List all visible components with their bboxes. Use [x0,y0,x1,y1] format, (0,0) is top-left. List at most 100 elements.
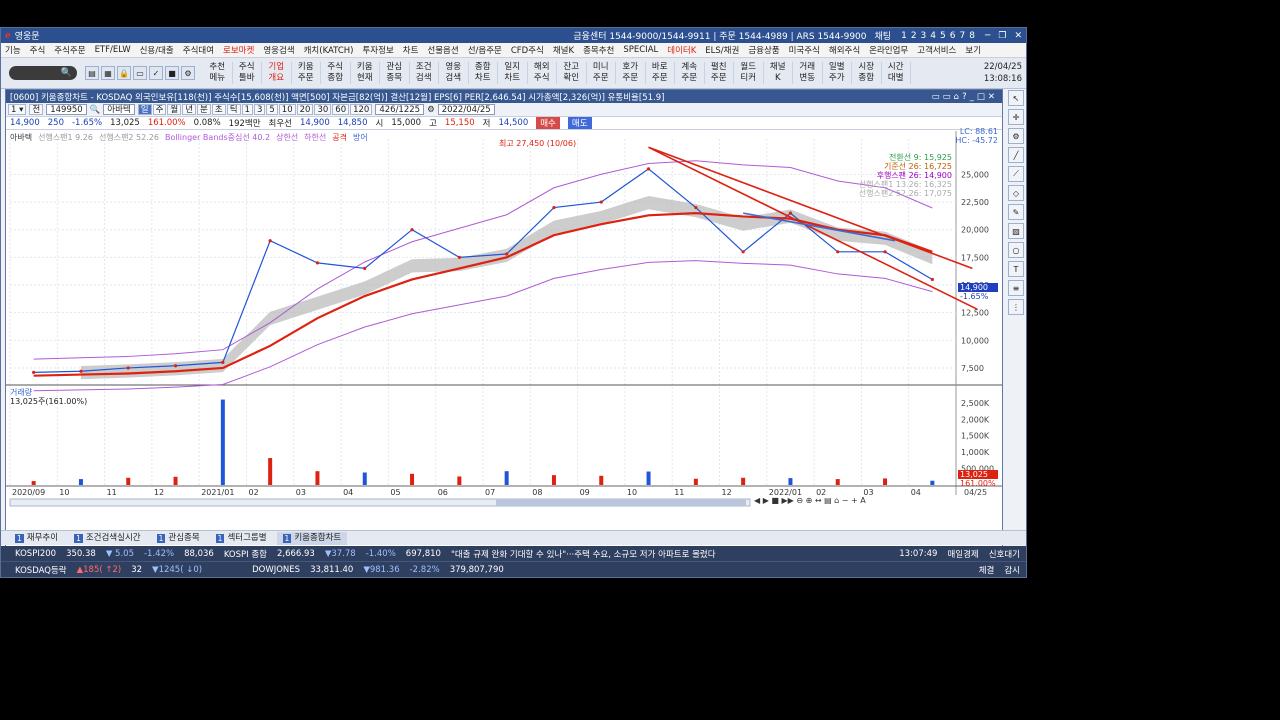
watch-button[interactable]: 감시 [1004,564,1020,576]
toolbar-button[interactable]: 채널 K [764,62,793,84]
toolbar-button[interactable]: 시장 종합 [852,62,882,84]
period-button[interactable]: 1 [241,104,253,115]
period-button[interactable]: 일 [137,104,152,115]
menu-item[interactable]: 고객서비스 [917,44,956,56]
dow-index[interactable]: DOWJONES [252,565,300,575]
toolbar-button[interactable]: 추천 메뉴 [203,62,233,84]
toolbar-button[interactable]: 시간 대별 [882,62,911,84]
screen-num-3[interactable]: 3 [921,31,927,41]
menu-item[interactable]: 주식 [30,44,46,56]
screen-tab[interactable]: 1 키움종합차트 [276,531,348,545]
menu-item[interactable]: CFD주식 [511,44,544,56]
chart-window-controls[interactable]: ▭▭⌂?_□✕ [932,92,998,102]
menu-item[interactable]: 기능 [5,44,21,56]
screen-num-8[interactable]: 8 [969,31,975,41]
toolbar-button[interactable]: 주식 툴바 [233,62,262,84]
toolbar-button[interactable]: 조건 검색 [410,62,439,84]
toolbar-button[interactable]: 펼친 주문 [705,62,734,84]
toolbar-button[interactable]: 해외 주식 [528,62,557,84]
eraser-icon[interactable]: ◇ [1008,185,1024,201]
palette-icon[interactable]: ▨ [1008,223,1024,239]
period-button[interactable]: 년 [182,104,197,115]
buy-button[interactable]: 매수 [536,117,560,129]
settings-icon[interactable]: ⚙ [427,105,435,115]
menu-item[interactable]: SPECIAL [623,45,658,55]
pen-icon[interactable]: ✎ [1008,204,1024,220]
screen-num-4[interactable]: 4 [930,31,936,41]
toolbar-button[interactable]: 일지 차트 [498,62,528,84]
search-icon[interactable]: 🔍 [61,68,72,78]
toolbar-button[interactable]: 계속 주문 [675,62,705,84]
screen-tab[interactable]: 1 조건검색실시간 [68,532,147,545]
screen-select[interactable]: 1 ▾ [8,104,27,115]
circle-tool-icon[interactable]: ○ [1008,242,1024,258]
sell-button[interactable]: 매도 [567,117,592,129]
period-button[interactable]: 월 [167,104,182,115]
line-tool-icon[interactable]: ╱ [1008,147,1024,163]
menu-item[interactable]: 해외주식 [829,44,860,56]
toolbar-button[interactable]: 월드 티커 [734,62,764,84]
screen-num-7[interactable]: 7 [959,31,965,41]
menu-item[interactable]: 영웅검색 [263,44,294,56]
kosdaq-adv-label[interactable]: KOSDAQ등락 [15,564,67,576]
period-button[interactable]: 20 [296,104,314,115]
menu-item[interactable]: 캐치(KATCH) [304,44,354,56]
toolbar-button[interactable]: 관심 종목 [380,62,410,84]
cursor-icon[interactable]: ↖ [1008,90,1024,106]
toolbar-button[interactable]: 기업 개요 [262,62,292,84]
menu-item[interactable]: 보기 [965,44,981,56]
period-button[interactable]: 분 [197,104,211,115]
screen-tab[interactable]: 1 관심종목 [151,532,206,545]
period-button[interactable]: 30 [314,104,332,115]
toolbar-button[interactable]: 바로 주문 [646,62,675,84]
menu-item[interactable]: 차트 [403,44,419,56]
toolbar-button[interactable]: 호가 주문 [616,62,646,84]
menu-item[interactable]: 미국주식 [789,44,820,56]
menu-item[interactable]: 로보마켓 [223,44,254,56]
stock-name-field[interactable]: 아바텍 [103,104,135,115]
toolbar-button[interactable]: 일별 주가 [823,62,852,84]
text-tool-icon[interactable]: T [1008,261,1024,277]
menu-item[interactable]: ETF/ELW [95,45,131,55]
check-icon[interactable]: ✓ [149,66,163,80]
search-stock-icon[interactable]: 🔍 [90,105,101,115]
menu-item[interactable]: 선물옵션 [427,44,458,56]
menu-item[interactable]: 온라인업무 [869,44,908,56]
chat-button[interactable]: 채팅 [875,29,892,42]
ticker-index[interactable]: KOSPI200 [15,549,56,559]
screen-tab[interactable]: 1 재무추이 [9,532,64,545]
screen-num-2[interactable]: 2 [911,31,917,41]
fibo-tool-icon[interactable]: ≡ [1008,280,1024,296]
menu-item[interactable]: 주식대여 [183,44,214,56]
period-button[interactable]: 10 [278,104,296,115]
scroll-controls[interactable]: ◀ ▶ ■ ▶▶ ⊖ ⊕ ↔ ▤ ⌂ − + A [754,496,866,505]
data-count-field[interactable]: 426/1225 [375,104,425,115]
signal-status[interactable]: 신호대기 [989,548,1020,560]
market-select[interactable]: 전 [29,104,44,115]
folder-icon[interactable]: ▤ [85,66,99,80]
stock-code-input[interactable]: 149950 [46,104,87,115]
screen-num-1[interactable]: 1 [901,31,907,41]
minimize-button[interactable]: ─ [985,31,990,41]
period-button[interactable]: 틱 [226,104,241,115]
crosshair-icon[interactable]: ✛ [1008,109,1024,125]
toolbar-button[interactable]: 종합 차트 [469,62,498,84]
toolbar-button[interactable]: 키움 현재 [351,62,380,84]
period-button[interactable]: 초 [211,104,226,115]
calc-icon[interactable]: ▦ [101,66,115,80]
chart-date-field[interactable]: 2022/04/25 [437,104,495,115]
period-button[interactable]: 주 [152,104,167,115]
gear-tool-icon[interactable]: ⚙ [1008,128,1024,144]
period-button[interactable]: 120 [350,104,373,115]
screen-icon[interactable]: ▭ [133,66,147,80]
news-headline[interactable]: "대출 규제 완화 기대할 수 있나"···주택 수요, 소규모 저가 아파트로… [451,548,716,560]
fill-button[interactable]: 체결 [979,564,995,576]
menu-item[interactable]: ELS/채권 [705,44,739,56]
period-button[interactable]: 60 [332,104,350,115]
menu-search-box[interactable]: 🔍 [9,66,77,80]
chart-plot-area[interactable]: 25,00022,50020,00017,50015,00012,50010,0… [6,127,1002,553]
screen-num-5[interactable]: 5 [940,31,946,41]
chart-scroll-thumb[interactable] [496,499,746,506]
lock-icon[interactable]: 🔒 [117,66,131,80]
menu-item[interactable]: 채널K [553,44,574,56]
